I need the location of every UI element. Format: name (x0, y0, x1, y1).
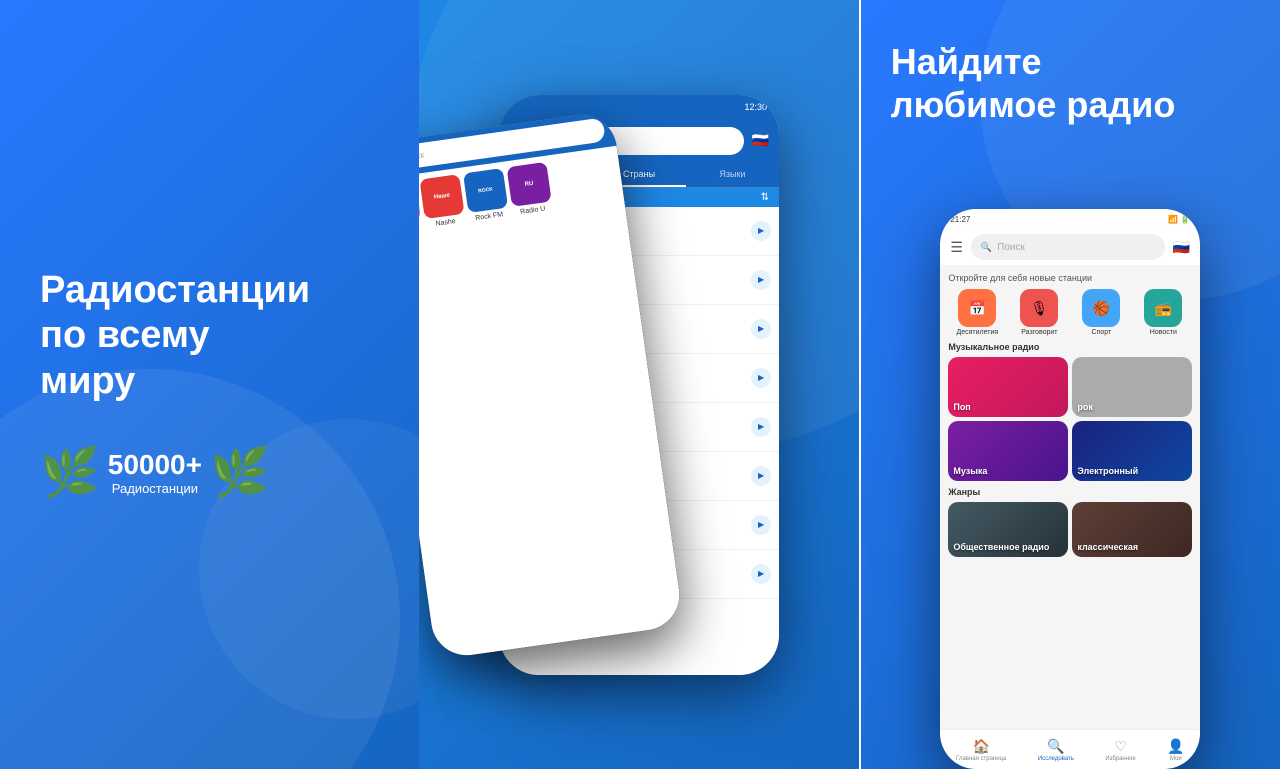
favorites-icon: ♡ (1114, 738, 1127, 755)
search-text: Поиск (419, 149, 425, 162)
profile-icon: 👤 (1167, 738, 1184, 755)
category-grid: 📅 Десятилетия 🎙 Разговорит 🏀 Спорт (948, 289, 1192, 336)
category-item-talk[interactable]: 🎙 Разговорит (1010, 289, 1068, 336)
talk-icon: 🎙 (1020, 289, 1058, 327)
left-section: Радиостанциипо всемумиру 🌿 50000+ Радиос… (0, 0, 419, 769)
nav-home[interactable]: 🏠 Главная страница (956, 738, 1006, 762)
nav-profile[interactable]: 👤 Мои (1167, 738, 1184, 762)
talk-label: Разговорит (1021, 329, 1057, 336)
decades-label: Десятилетия (956, 329, 998, 336)
station-logo: Наше (420, 173, 465, 218)
rp-search-placeholder: Поиск (997, 242, 1025, 253)
decades-icon: 📅 (958, 289, 996, 327)
nav-profile-label: Мои (1170, 756, 1182, 762)
rp-time: 21:27 (950, 215, 970, 224)
electronic-label: Электронный (1077, 466, 1138, 476)
rp-status-bar: 21:27 📶 🔋 (940, 209, 1200, 229)
station-name: Nashe (436, 217, 457, 227)
filter-sort[interactable]: ⇅ (761, 192, 769, 203)
play-button[interactable]: ▶ (751, 417, 771, 437)
news-icon: 📻 (1144, 289, 1182, 327)
category-item-sport[interactable]: 🏀 Спорт (1072, 289, 1130, 336)
genre-card-public[interactable]: Общественное радио (948, 502, 1068, 557)
secondary-station[interactable]: RU Radio U (507, 161, 554, 216)
station-name: Radio U (520, 205, 546, 215)
rock-label: рок (1077, 402, 1093, 412)
category-item-news[interactable]: 📻 Новости (1134, 289, 1192, 336)
bottom-navigation: 🏠 Главная страница 🔍 Исследовать ♡ Избра… (940, 729, 1200, 769)
badge-area: 🌿 50000+ Радиостанции 🌿 (40, 444, 379, 501)
play-button[interactable]: ▶ (751, 466, 771, 486)
badge-label: Радиостанции (108, 481, 202, 496)
secondary-station[interactable]: ROCK Rock FM (463, 167, 510, 222)
play-button[interactable]: ▶ (751, 564, 771, 584)
rp-search-icon: 🔍 (981, 242, 992, 253)
middle-section: 12:30 ☰ 🔍 Поиск 🇷🇺 Рекомендовать Страны … (419, 0, 858, 769)
right-phone-screen: 21:27 📶 🔋 ☰ 🔍 Поиск 🇷🇺 Откройте для себя… (940, 209, 1200, 769)
music-section-title: Музыкальное радио (948, 342, 1192, 352)
right-phone-container: 21:27 📶 🔋 ☰ 🔍 Поиск 🇷🇺 Откройте для себя… (861, 146, 1280, 769)
badge-text: 50000+ Радиостанции (108, 449, 202, 496)
rp-icons: 📶 🔋 (1168, 215, 1190, 224)
music-card-rock[interactable]: рок (1072, 357, 1192, 417)
play-button[interactable]: ▶ (751, 319, 771, 339)
right-title: Найдителюбимое радио (861, 0, 1280, 146)
nav-explore-label: Исследовать (1038, 756, 1074, 762)
music-card-pop[interactable]: Поп (948, 357, 1068, 417)
music-label: Музыка (953, 466, 987, 476)
public-radio-label: Общественное радио (953, 542, 1049, 552)
station-name: Rock FM (475, 211, 504, 222)
right-section: Найдителюбимое радио 21:27 📶 🔋 ☰ 🔍 Поиск… (861, 0, 1280, 769)
rp-hamburger-icon[interactable]: ☰ (950, 239, 963, 256)
genre-grid: Общественное радио классическая (948, 502, 1192, 557)
pop-label: Поп (953, 402, 970, 412)
sport-label: Спорт (1092, 329, 1112, 336)
right-phone-frame: 21:27 📶 🔋 ☰ 🔍 Поиск 🇷🇺 Откройте для себя… (940, 209, 1200, 769)
nav-explore[interactable]: 🔍 Исследовать (1038, 738, 1074, 762)
laurel-left-icon: 🌿 (40, 444, 100, 501)
music-card-music[interactable]: Музыка (948, 421, 1068, 481)
rp-header: ☰ 🔍 Поиск 🇷🇺 (940, 229, 1200, 265)
play-button[interactable]: ▶ (751, 368, 771, 388)
flag-icon: 🇷🇺 (752, 132, 769, 149)
music-card-electronic[interactable]: Электронный (1072, 421, 1192, 481)
station-logo: RU (507, 161, 552, 206)
play-button[interactable]: ▶ (751, 270, 771, 290)
play-button[interactable]: ▶ (751, 221, 771, 241)
sport-icon: 🏀 (1082, 289, 1120, 327)
nav-favorites-label: Избранное (1105, 756, 1135, 762)
genre-card-classical[interactable]: классическая (1072, 502, 1192, 557)
category-item-decades[interactable]: 📅 Десятилетия (948, 289, 1006, 336)
news-label: Новости (1150, 329, 1177, 336)
tab-languages[interactable]: Языки (686, 163, 779, 187)
nav-favorites[interactable]: ♡ Избранное (1105, 738, 1135, 762)
discover-text: Откройте для себя новые станции (948, 273, 1192, 283)
left-title: Радиостанциипо всемумиру (40, 268, 379, 405)
rp-flag-icon: 🇷🇺 (1173, 239, 1190, 256)
secondary-station[interactable]: Наше Nashe (420, 173, 467, 228)
status-bar: 12:30 (499, 95, 779, 119)
rp-search-box[interactable]: 🔍 Поиск (971, 234, 1165, 260)
music-grid: Поп рок Музыка Электронный (948, 357, 1192, 481)
genre-section-title: Жанры (948, 487, 1192, 497)
play-button[interactable]: ▶ (751, 515, 771, 535)
badge-count: 50000+ (108, 449, 202, 481)
home-icon: 🏠 (973, 738, 990, 755)
rp-content: Откройте для себя новые станции 📅 Десяти… (940, 265, 1200, 729)
nav-home-label: Главная страница (956, 756, 1006, 762)
explore-icon: 🔍 (1047, 738, 1064, 755)
station-logo: ROCK (463, 167, 508, 212)
laurel-right-icon: 🌿 (210, 444, 270, 501)
status-time: 12:30 (745, 102, 768, 112)
classical-label: классическая (1077, 542, 1138, 552)
